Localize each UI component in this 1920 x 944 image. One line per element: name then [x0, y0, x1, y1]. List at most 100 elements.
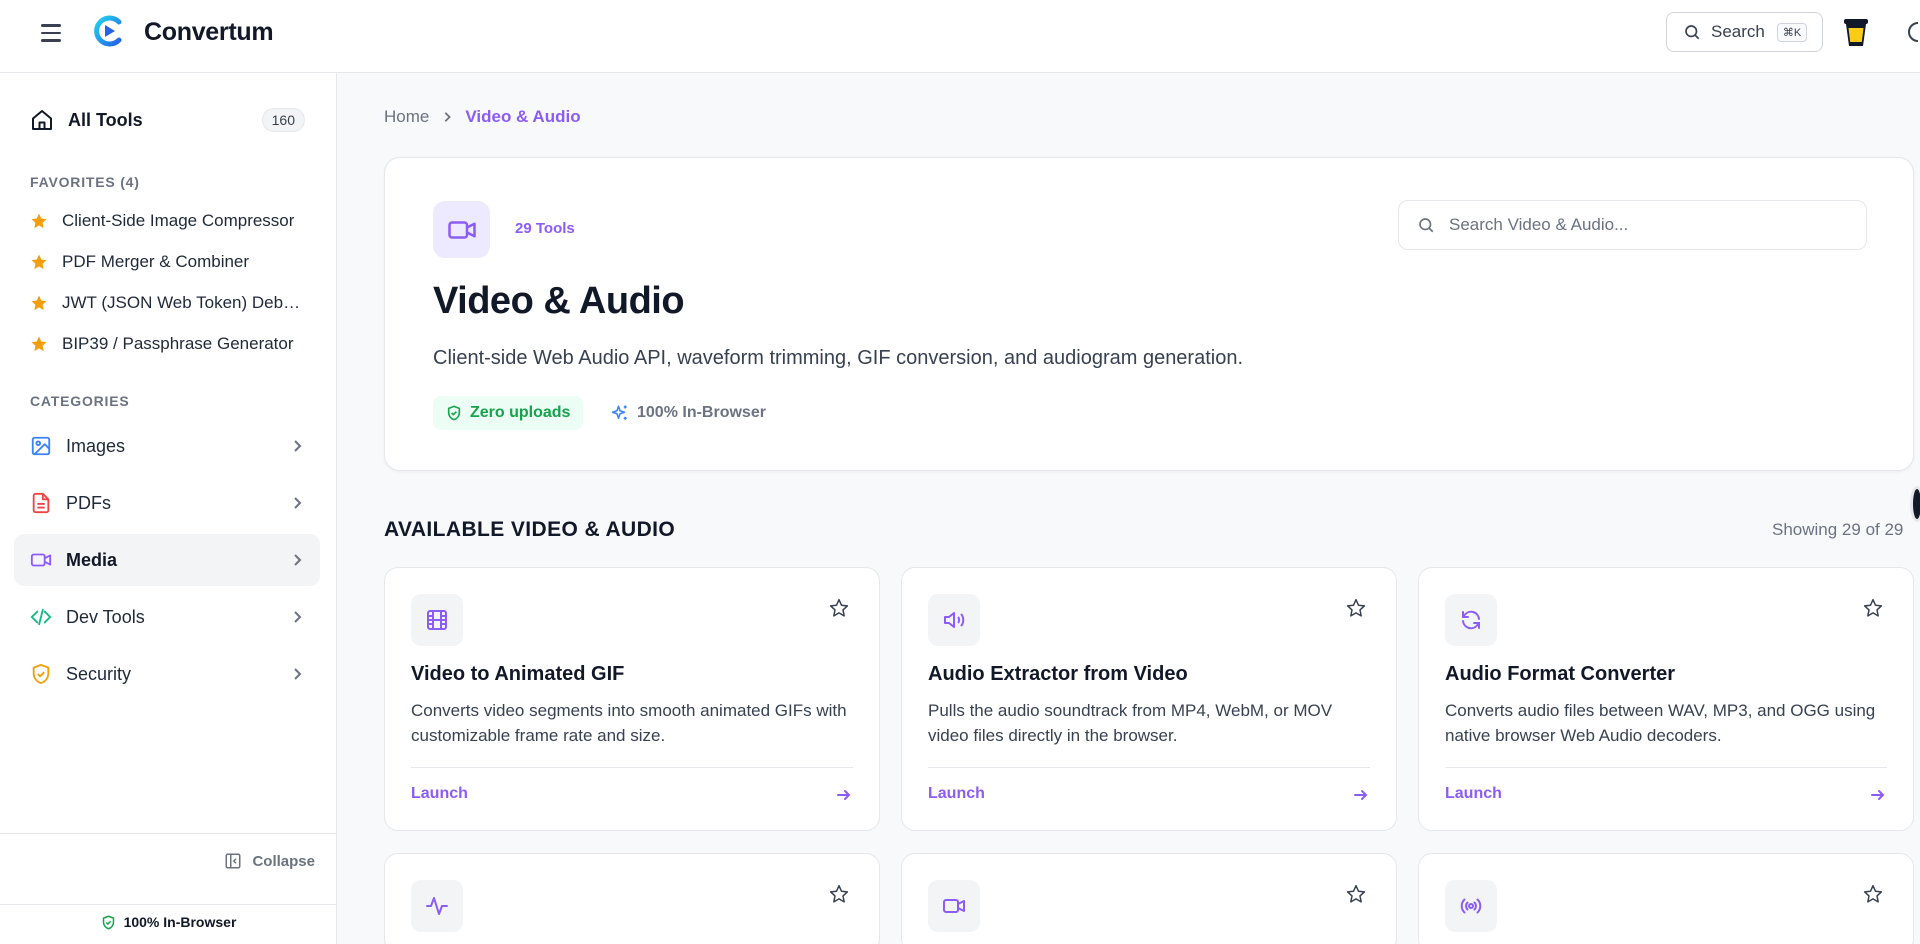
video-icon: [30, 553, 52, 567]
all-tools-count-badge: 160: [261, 108, 305, 132]
collapse-sidebar-button[interactable]: Collapse: [224, 852, 315, 870]
sidebar-item-all-tools[interactable]: All Tools 160: [14, 96, 320, 144]
category-label: Security: [66, 663, 132, 684]
favorite-star-icon[interactable]: [1346, 598, 1366, 618]
brand-name[interactable]: Convertum: [144, 18, 274, 47]
scroll-handle[interactable]: [1910, 486, 1920, 522]
favorite-star-icon[interactable]: [1863, 598, 1883, 618]
tool-card-description: Converts video segments into smooth anim…: [411, 701, 847, 745]
waveform-icon: [426, 897, 448, 915]
video-icon: [447, 220, 476, 239]
in-browser-footer: 100% In-Browser: [0, 904, 337, 944]
favorite-star-icon[interactable]: [829, 598, 849, 618]
film-icon: [427, 610, 447, 630]
favorite-label: Client-Side Image Compressor: [62, 211, 295, 230]
category-label: Images: [66, 435, 126, 456]
star-filled-icon: [31, 213, 47, 229]
tool-card-title: Audio Extractor from Video: [928, 663, 1188, 685]
tool-card-waveform[interactable]: [384, 853, 880, 944]
chevron-right-icon: [294, 554, 302, 566]
favorite-label: PDF Merger & Combiner: [62, 252, 250, 271]
in-browser-badge: 100% In-Browser: [611, 396, 766, 430]
breadcrumb-current: Video & Audio: [465, 107, 581, 126]
card-divider: [1445, 767, 1887, 768]
sidebar-item-security[interactable]: Security: [14, 648, 320, 700]
tool-card-description: Pulls the audio soundtrack from MP4, Web…: [928, 701, 1333, 745]
favorite-star-icon[interactable]: [1863, 884, 1883, 904]
chevron-right-icon: [294, 440, 302, 452]
category-search-field[interactable]: [1398, 200, 1867, 250]
tool-icon-tile: [1445, 594, 1497, 646]
chevron-right-icon: [294, 668, 302, 680]
favorite-label: JWT (JSON Web Token) Debugger: [62, 293, 304, 312]
home-icon: [32, 110, 52, 130]
global-search-button[interactable]: Search ⌘K: [1666, 12, 1823, 52]
tool-icon-tile: [928, 880, 980, 932]
pdf-icon: [32, 492, 50, 514]
all-tools-label: All Tools: [68, 109, 143, 130]
tools-section-title: AVAILABLE VIDEO & AUDIO: [384, 518, 676, 541]
sidebar-item-dev-tools[interactable]: Dev Tools: [14, 591, 320, 643]
image-icon: [31, 436, 51, 456]
category-label: Dev Tools: [66, 606, 145, 627]
speaker-icon: [944, 612, 965, 628]
collapse-label: Collapse: [252, 852, 315, 870]
zero-uploads-badge: Zero uploads: [433, 396, 584, 430]
favorites-heading: FAVORITES (4): [30, 174, 140, 190]
tool-card-broadcast[interactable]: [1418, 853, 1914, 944]
sidebar: All Tools 160 FAVORITES (4) Client-Side …: [0, 73, 337, 944]
category-search-input[interactable]: [1449, 215, 1829, 235]
tool-card-title: Audio Format Converter: [1445, 663, 1676, 685]
tool-card-title: Video to Animated GIF: [411, 663, 625, 685]
chevron-right-icon: [445, 112, 452, 122]
launch-link[interactable]: Launch: [1445, 785, 1502, 803]
category-hero-card: 29 Tools Video & Audio Client-side Web A…: [384, 157, 1914, 471]
sidebar-item-media[interactable]: Media: [14, 534, 320, 586]
launch-link[interactable]: Launch: [928, 785, 985, 803]
broadcast-icon: [1460, 898, 1482, 914]
theme-toggle-moon-icon[interactable]: [1904, 20, 1920, 44]
favorite-item-jwt-debugger[interactable]: JWT (JSON Web Token) Debugger: [30, 287, 320, 319]
breadcrumb-home-link[interactable]: Home: [384, 107, 429, 127]
favorite-star-icon[interactable]: [1346, 884, 1366, 904]
favorite-star-icon[interactable]: [829, 884, 849, 904]
chevron-right-icon: [294, 497, 302, 509]
arrow-right-icon[interactable]: [1870, 787, 1886, 803]
tool-card-audio-format-converter[interactable]: Audio Format Converter Converts audio fi…: [1418, 567, 1914, 831]
favorite-item-image-compressor[interactable]: Client-Side Image Compressor: [30, 205, 320, 237]
tool-card-video-to-gif[interactable]: Video to Animated GIF Converts video seg…: [384, 567, 880, 831]
star-filled-icon: [31, 254, 47, 270]
star-filled-icon: [31, 336, 47, 352]
arrow-right-icon[interactable]: [836, 787, 852, 803]
top-header: Convertum Search ⌘K: [0, 0, 1920, 73]
search-shortcut: ⌘K: [1776, 22, 1808, 42]
tool-icon-tile: [411, 594, 463, 646]
tools-count-label: 29 Tools: [515, 220, 575, 237]
zero-uploads-label: Zero uploads: [470, 404, 571, 421]
tool-icon-tile: [1445, 880, 1497, 932]
chevron-right-icon: [294, 611, 302, 623]
convertum-logo-icon[interactable]: [92, 14, 126, 48]
favorite-label: BIP39 / Passphrase Generator: [62, 334, 294, 353]
in-browser-footer-label: 100% In-Browser: [123, 914, 237, 930]
sidebar-item-images[interactable]: Images: [14, 420, 320, 472]
arrow-right-icon[interactable]: [1353, 787, 1369, 803]
search-icon: [1419, 218, 1434, 233]
tool-card-audio-extractor[interactable]: Audio Extractor from Video Pulls the aud…: [901, 567, 1397, 831]
sidebar-item-pdfs[interactable]: PDFs: [14, 477, 320, 529]
search-label: Search: [1711, 22, 1765, 41]
favorite-item-pdf-merger[interactable]: PDF Merger & Combiner: [30, 246, 320, 278]
tool-icon-tile: [411, 880, 463, 932]
coffee-cup-icon[interactable]: [1842, 16, 1870, 48]
card-divider: [411, 767, 853, 768]
tool-card-video[interactable]: [901, 853, 1397, 944]
favorite-item-bip39-generator[interactable]: BIP39 / Passphrase Generator: [30, 328, 320, 360]
page-title: Video & Audio: [433, 280, 685, 322]
category-label: PDFs: [66, 492, 111, 513]
code-icon: [30, 608, 52, 626]
launch-link[interactable]: Launch: [411, 785, 468, 803]
card-divider: [928, 767, 1370, 768]
categories-heading: CATEGORIES: [30, 393, 130, 409]
tool-icon-tile: [928, 594, 980, 646]
menu-icon[interactable]: [41, 21, 65, 45]
